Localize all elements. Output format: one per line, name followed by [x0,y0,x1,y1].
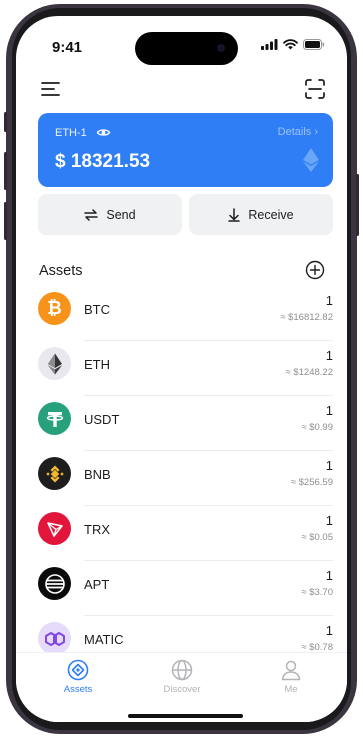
asset-amount: 1 [325,623,333,638]
status-bar: 9:41 [16,16,347,66]
ethereum-watermark-icon [303,148,319,172]
asset-row-eth[interactable]: ETH 1 ≈ $1248.22 [16,341,347,396]
asset-fiat-value: ≈ $256.59 [290,477,333,488]
asset-fiat-value: ≈ $0.99 [301,422,333,433]
home-indicator[interactable] [128,714,243,718]
bnb-diamond-icon [45,465,64,482]
mute-switch [4,112,7,132]
volume-down-button [4,202,7,240]
tron-icon [38,512,71,545]
globe-icon [171,659,193,681]
wifi-icon [283,39,298,50]
eye-icon[interactable] [96,125,111,140]
asset-row-apt[interactable]: APT 1 ≈ $3.70 [16,561,347,616]
asset-amount: 1 [325,293,333,308]
assets-title: Assets [39,263,83,279]
tab-label: Discover [163,684,201,695]
bottom-tab-bar: Assets Discover Me [16,652,347,722]
tab-me[interactable]: Me [251,659,331,695]
asset-symbol: BTC [84,302,110,317]
dynamic-island [135,32,238,65]
asset-amount: 1 [325,458,333,473]
tab-assets[interactable]: Assets [38,659,118,695]
asset-symbol: ETH [84,357,110,372]
polygon-links-icon [44,631,65,646]
status-icons [261,39,325,50]
details-link[interactable]: Details › [278,126,318,138]
asset-amount: 1 [325,348,333,363]
asset-row-trx[interactable]: TRX 1 ≈ $0.05 [16,506,347,561]
asset-fiat-value: ≈ $3.70 [301,587,333,598]
receive-button[interactable]: Receive [189,194,333,235]
asset-fiat-value: ≈ $0.05 [301,532,333,543]
receive-label: Receive [248,207,294,222]
receive-arrow-icon [228,207,241,222]
tab-label: Assets [63,684,93,695]
wallet-card[interactable]: ETH-1 Details › $ 18321.53 [38,113,333,187]
asset-symbol: TRX [84,522,110,537]
wallet-name: ETH-1 [55,127,87,139]
signal-icon [261,39,278,50]
send-button[interactable]: Send [38,194,182,235]
power-button [356,174,359,236]
tab-discover[interactable]: Discover [142,659,222,695]
scan-icon[interactable] [304,78,326,100]
swap-arrows-icon [84,208,99,221]
asset-row-btc[interactable]: ₿ BTC 1 ≈ $16812.82 [16,286,347,341]
user-icon [281,660,301,681]
aptos-lines-icon [44,573,65,594]
asset-symbol: APT [84,577,110,592]
assets-header: Assets [16,254,347,284]
send-label: Send [106,207,136,222]
asset-row-bnb[interactable]: BNB 1 ≈ $256.59 [16,451,347,506]
asset-fiat-value: ≈ $1248.22 [285,367,333,378]
asset-amount: 1 [325,403,333,418]
tether-t-icon [46,411,63,427]
tether-icon [38,402,71,435]
volume-up-button [4,152,7,190]
ethereum-diamond-icon [47,353,62,374]
asset-symbol: MATIC [84,632,124,647]
aptos-icon [38,567,71,600]
tron-triangle-icon [46,521,63,537]
asset-symbol: USDT [84,412,120,427]
assets-tab-icon [67,659,89,681]
bnb-icon [38,457,71,490]
app-screen: 9:41 ETH-1 Details › $ 18321.53 Send Rec… [16,16,347,722]
bitcoin-icon: ₿ [38,292,71,325]
add-asset-icon[interactable] [305,260,325,280]
asset-list: ₿ BTC 1 ≈ $16812.82 ETH 1 ≈ $1248.22 USD… [16,286,347,671]
ethereum-icon [38,347,71,380]
details-label: Details [277,126,312,138]
front-camera [217,44,225,52]
battery-icon [303,39,325,50]
asset-amount: 1 [325,513,333,528]
tab-label: Me [284,684,298,695]
asset-amount: 1 [325,568,333,583]
status-time: 9:41 [52,39,83,56]
chevron-right-icon: › [314,126,318,138]
polygon-icon [38,622,71,655]
menu-icon[interactable] [40,78,62,100]
wallet-balance: $ 18321.53 [55,151,151,172]
asset-row-usdt[interactable]: USDT 1 ≈ $0.99 [16,396,347,451]
asset-fiat-value: ≈ $16812.82 [280,312,333,323]
top-navigation [16,74,347,110]
asset-symbol: BNB [84,467,111,482]
